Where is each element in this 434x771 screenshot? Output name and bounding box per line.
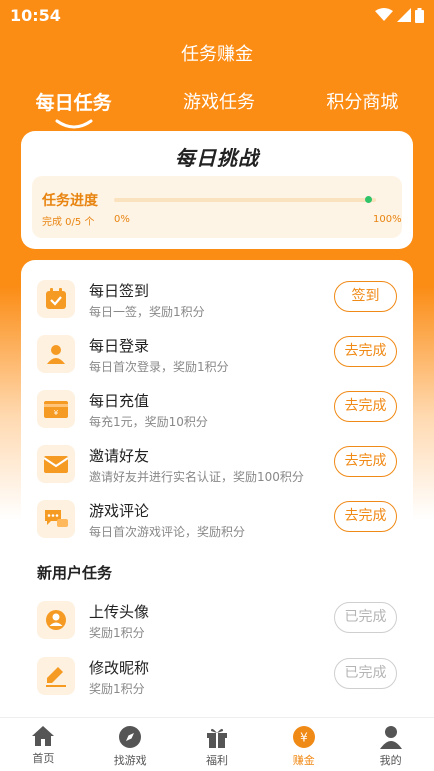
- user-icon: [37, 335, 75, 373]
- nav-label: 赚金: [292, 754, 315, 767]
- status-bar: 10:54: [0, 0, 434, 30]
- task-desc: 奖励1积分: [89, 682, 145, 696]
- nav-label: 首页: [32, 752, 55, 765]
- task-row-comment: 游戏评论 每日首次游戏评论，奖励积分 去完成: [21, 496, 413, 548]
- svg-text:¥: ¥: [54, 409, 59, 417]
- task-row-login: 每日登录 每日首次登录，奖励1积分 去完成: [21, 331, 413, 383]
- go-complete-button[interactable]: 去完成: [334, 501, 397, 532]
- wallet-icon: ¥: [37, 390, 75, 428]
- progress-min-label: 0%: [114, 214, 130, 225]
- task-desc: 奖励1积分: [89, 626, 145, 640]
- edit-icon: [37, 657, 75, 695]
- task-name: 每日签到: [89, 282, 150, 300]
- task-row-upload-avatar: 上传头像 奖励1积分 已完成: [21, 597, 413, 649]
- tab-daily-tasks[interactable]: 每日任务: [28, 88, 120, 129]
- nav-home[interactable]: 首页: [0, 718, 86, 771]
- nav-welfare[interactable]: 福利: [174, 718, 260, 771]
- task-name: 游戏评论: [89, 502, 150, 520]
- sign-in-button[interactable]: 签到: [334, 281, 397, 312]
- task-row-sign-in: 每日签到 每日一签，奖励1积分 签到: [21, 276, 413, 328]
- coin-icon: ¥: [292, 726, 315, 748]
- page-title: 任务赚金: [181, 44, 253, 65]
- wifi-icon: [375, 8, 393, 21]
- nav-label: 福利: [205, 754, 228, 767]
- nav-earn[interactable]: ¥ 赚金: [261, 718, 347, 771]
- battery-icon: [415, 7, 424, 23]
- tab-game-tasks[interactable]: 游戏任务: [175, 88, 263, 115]
- avatar-upload-icon: [37, 601, 75, 639]
- progress-max-label: 100%: [373, 214, 402, 225]
- mail-icon: [37, 445, 75, 483]
- completed-button[interactable]: 已完成: [334, 658, 397, 689]
- gift-icon: [206, 728, 227, 748]
- go-complete-button[interactable]: 去完成: [334, 336, 397, 367]
- completed-button[interactable]: 已完成: [334, 602, 397, 633]
- status-icons: [375, 7, 424, 23]
- task-row-invite: 邀请好友 邀请好友并进行实名认证，奖励100积分 去完成: [21, 441, 413, 493]
- nav-find-games[interactable]: 找游戏: [87, 718, 173, 771]
- go-complete-button[interactable]: 去完成: [334, 446, 397, 477]
- home-icon: [32, 726, 55, 746]
- tab-label: 游戏任务: [183, 92, 255, 113]
- tab-label: 每日任务: [35, 92, 112, 114]
- tab-bar: 每日任务 游戏任务 积分商城: [0, 88, 434, 129]
- task-row-edit-nickname: 修改昵称 奖励1积分 已完成: [21, 653, 413, 705]
- task-name: 邀请好友: [89, 447, 150, 465]
- task-list-card: 每日签到 每日一签，奖励1积分 签到 每日登录 每日首次登录，奖励1积分 去完成…: [21, 260, 413, 730]
- profile-icon: [379, 726, 402, 749]
- tab-label: 积分商城: [326, 92, 399, 113]
- task-name: 修改昵称: [89, 659, 150, 677]
- tab-points-mall[interactable]: 积分商城: [318, 88, 406, 115]
- bottom-nav: 首页 找游戏 福利 ¥ 赚金 我的: [0, 717, 434, 771]
- comment-icon: [37, 500, 75, 538]
- nav-label: 我的: [379, 754, 402, 767]
- progress-marker: [365, 196, 372, 203]
- progress-count: 完成 0/5 个: [42, 217, 95, 228]
- progress-label: 任务进度: [42, 193, 98, 209]
- task-desc: 邀请好友并进行实名认证，奖励100积分: [89, 470, 304, 484]
- active-tab-indicator-icon: [55, 119, 93, 129]
- task-desc: 每日首次登录，奖励1积分: [89, 360, 229, 374]
- task-desc: 每充1元，奖励10积分: [89, 415, 208, 429]
- progress-box: 任务进度 完成 0/5 个 0% 100%: [32, 176, 402, 238]
- calendar-check-icon: [37, 280, 75, 318]
- nav-label: 找游戏: [113, 754, 147, 767]
- challenge-title: 每日挑战: [175, 146, 259, 170]
- task-name: 每日登录: [89, 337, 150, 355]
- task-name: 每日充值: [89, 392, 150, 410]
- task-desc: 每日一签，奖励1积分: [89, 305, 205, 319]
- new-user-section-title: 新用户任务: [37, 564, 113, 582]
- task-name: 上传头像: [89, 603, 150, 621]
- task-row-recharge: ¥ 每日充值 每充1元，奖励10积分 去完成: [21, 386, 413, 438]
- compass-icon: [119, 726, 142, 748]
- nav-mine[interactable]: 我的: [348, 718, 434, 771]
- daily-challenge-card: 每日挑战 任务进度 完成 0/5 个 0% 100%: [21, 131, 413, 249]
- task-desc: 每日首次游戏评论，奖励积分: [89, 525, 246, 539]
- signal-icon: [397, 8, 411, 22]
- progress-bar: [114, 196, 376, 203]
- go-complete-button[interactable]: 去完成: [334, 391, 397, 422]
- status-time: 10:54: [10, 5, 61, 25]
- svg-text:¥: ¥: [300, 731, 308, 745]
